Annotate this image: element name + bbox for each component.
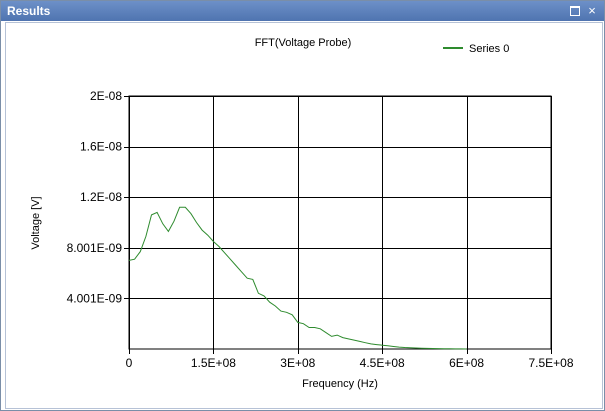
window-title: Results [7,4,51,18]
close-button[interactable]: × [585,4,599,18]
y-tick-label: 2E-08 [90,89,122,103]
y-tick-label: 1.2E-08 [80,190,122,204]
chart-panel: FFT(Voltage Probe) 0 1.5E+08 3E+08 4.5E+08 6… [5,22,603,409]
x-axis-label: Frequency (Hz) [302,378,378,390]
y-tick-label: 4.001E-09 [67,291,123,305]
legend-label-series-0: Series 0 [469,43,509,55]
x-tick-label: 1.5E+08 [191,356,236,370]
plot-area-border [128,95,552,350]
grid-lines [124,95,552,354]
x-tick-label: 0 [126,356,133,370]
maximize-button[interactable] [568,4,582,18]
legend: Series 0 [443,43,509,55]
chart-title: FFT(Voltage Probe) [255,37,352,49]
fft-chart: FFT(Voltage Probe) 0 1.5E+08 3E+08 4.5E+08 6… [30,37,574,390]
y-tick-label: 1.6E-08 [80,140,122,154]
x-tick-label: 7.5E+08 [528,356,573,370]
x-tick-label: 4.5E+08 [360,356,405,370]
close-icon: × [588,3,596,18]
maximize-icon [570,6,580,16]
tick-labels: 0 1.5E+08 3E+08 4.5E+08 6E+08 7.5E+08 4.001E-0… [67,89,574,370]
title-bar[interactable]: Results × [1,1,604,21]
x-tick-label: 3E+08 [280,356,315,370]
y-axis-label: Voltage [V] [30,196,42,249]
results-window: Results × FFT(Voltage Probe) 0 1.5E+08 3E+… [0,0,605,411]
y-tick-label: 8.001E-09 [67,241,123,255]
x-tick-label: 6E+08 [449,356,484,370]
series-lines [128,206,467,350]
series-line-0 [128,206,467,350]
